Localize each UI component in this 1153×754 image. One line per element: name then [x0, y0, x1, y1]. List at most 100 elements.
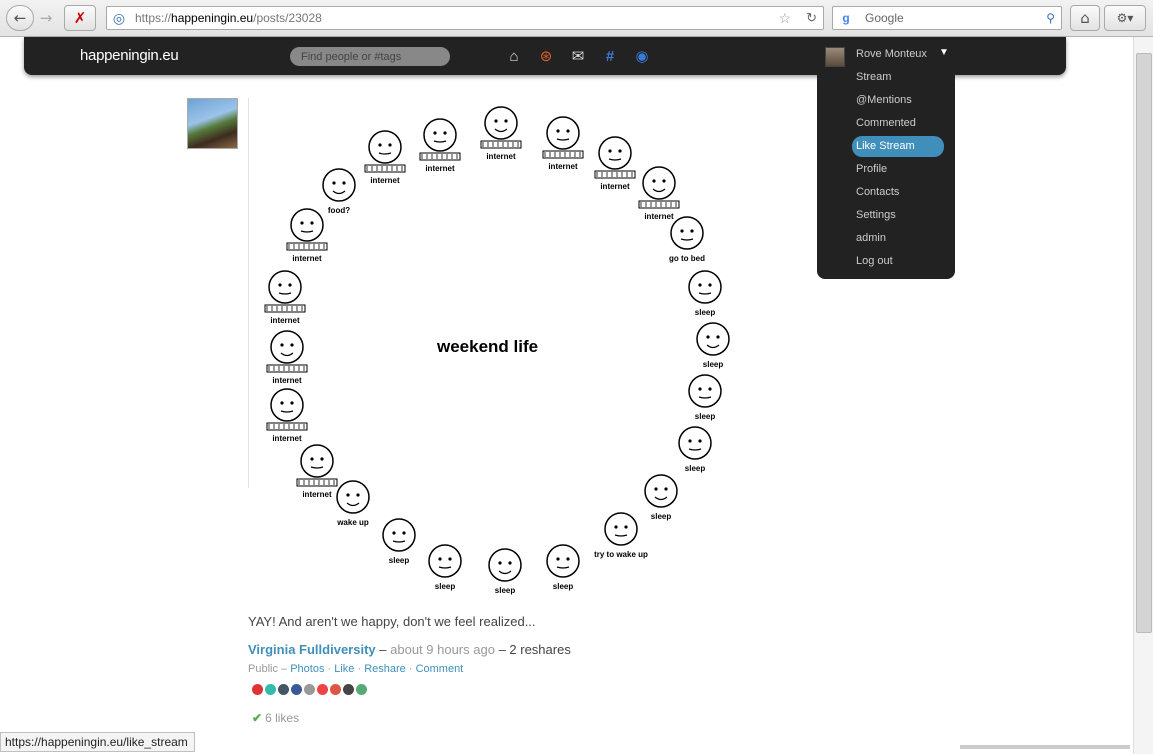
notifications-icon[interactable]: ⊛ [536, 46, 556, 66]
face-label: sleep [389, 556, 410, 565]
face-head [336, 480, 370, 514]
author-link[interactable]: Virginia Fulldiversity [248, 642, 376, 657]
menu-item-log-out[interactable]: Log out [852, 251, 944, 272]
face-head [423, 118, 457, 152]
face-eye [664, 487, 668, 491]
face-head [368, 130, 402, 164]
comic-face: internet [266, 330, 308, 385]
back-button[interactable]: ← [6, 5, 34, 31]
vertical-scrollbar[interactable] [1133, 37, 1153, 754]
noscript-icon: ✗ [73, 9, 87, 27]
face-label: sleep [495, 586, 516, 595]
face-head [604, 512, 638, 546]
addon-button[interactable]: ⚙▾ [1104, 5, 1146, 31]
dropdown-arrow-icon[interactable]: ▼ [939, 47, 949, 58]
menu-item-mentions[interactable]: @Mentions [852, 90, 944, 111]
google-icon: g [842, 11, 850, 25]
face-head [382, 518, 416, 552]
face-eye [708, 283, 712, 287]
search-bar[interactable]: g Google ⚲ [832, 6, 1062, 30]
find-people-input[interactable] [290, 47, 450, 66]
face-eye [310, 457, 314, 461]
comic-face: internet [638, 166, 680, 221]
share-icon[interactable] [304, 684, 315, 695]
face-head [678, 426, 712, 460]
face-eye [346, 493, 350, 497]
photos-link[interactable]: Photos [290, 663, 324, 675]
face-eye [654, 487, 658, 491]
keyboard [419, 152, 461, 161]
noscript-button[interactable]: ✗ [64, 5, 96, 31]
browser-toolbar: ← → ✗ ◎ https://happeningin.eu/posts/230… [0, 0, 1153, 37]
face-label: internet [302, 490, 332, 499]
share-icon[interactable] [278, 684, 289, 695]
aspects-icon[interactable]: ◉ [632, 46, 652, 66]
user-name[interactable]: Rove Monteux [856, 48, 927, 60]
menu-item-admin[interactable]: admin [852, 228, 944, 249]
site-brand[interactable]: happeningin.eu [80, 47, 179, 64]
face-head [484, 106, 518, 140]
face-head [322, 168, 356, 202]
comment-link[interactable]: Comment [416, 663, 464, 675]
face-eye [310, 221, 314, 225]
share-icon[interactable] [343, 684, 354, 695]
comic-face: sleep [546, 544, 580, 591]
comic-face: sleep [696, 322, 730, 369]
face-eye [566, 129, 570, 133]
status-bar-url: https://happeningin.eu/like_stream [0, 732, 195, 752]
horizontal-scrollbar[interactable] [960, 745, 1130, 749]
like-link[interactable]: Like [334, 663, 354, 675]
share-icon[interactable] [265, 684, 276, 695]
magnifier-icon[interactable]: ⚲ [1046, 11, 1055, 25]
face-head [546, 116, 580, 150]
messages-icon[interactable]: ✉ [568, 46, 588, 66]
menu-item-stream[interactable]: Stream [852, 67, 944, 88]
likes-count[interactable]: ✔ 6 likes [252, 711, 299, 725]
comic-face: internet [542, 116, 584, 171]
face-eye [342, 181, 346, 185]
user-dropdown-menu: Rove Monteux ▼ Stream @Mentions Commente… [817, 43, 955, 279]
face-eye [356, 493, 360, 497]
face-eye [690, 229, 694, 233]
face-eye [392, 531, 396, 535]
share-icon[interactable] [330, 684, 341, 695]
face-eye [433, 131, 437, 135]
share-icon[interactable] [252, 684, 263, 695]
face-label: try to wake up [594, 550, 648, 559]
author-avatar[interactable] [187, 98, 238, 149]
share-icon[interactable] [317, 684, 328, 695]
comic-face: internet [296, 444, 338, 499]
scrollbar-thumb[interactable] [1136, 53, 1152, 633]
home-button[interactable]: ⌂ [1070, 5, 1100, 31]
addon-icon: ⚙▾ [1116, 11, 1134, 25]
reload-icon[interactable]: ↻ [806, 10, 817, 26]
face-head [696, 322, 730, 356]
face-label: wake up [336, 518, 369, 527]
address-bar[interactable]: ◎ https://happeningin.eu/posts/23028 ☆ ↻ [106, 6, 824, 30]
face-eye [566, 557, 570, 561]
reshare-link[interactable]: Reshare [364, 663, 406, 675]
home-icon[interactable]: ⌂ [504, 46, 524, 66]
face-head [270, 388, 304, 422]
face-eye [708, 387, 712, 391]
menu-item-profile[interactable]: Profile [852, 159, 944, 180]
forward-button[interactable]: → [35, 5, 57, 31]
menu-item-settings[interactable]: Settings [852, 205, 944, 226]
face-eye [494, 119, 498, 123]
share-icon[interactable] [291, 684, 302, 695]
post-time[interactable]: about 9 hours ago [390, 642, 495, 657]
face-head [290, 208, 324, 242]
share-icon[interactable] [356, 684, 367, 695]
forward-arrow-icon: → [39, 9, 53, 27]
tags-icon[interactable]: # [600, 46, 620, 66]
avatar[interactable] [825, 47, 845, 67]
menu-item-like-stream[interactable]: Like Stream [852, 136, 944, 157]
face-eye [443, 131, 447, 135]
bookmark-star-icon[interactable]: ☆ [778, 10, 791, 27]
comic-face: food? [322, 168, 356, 215]
face-eye [332, 181, 336, 185]
face-head [268, 270, 302, 304]
menu-item-commented-posts[interactable]: Commented Posts [852, 113, 944, 150]
face-eye [698, 387, 702, 391]
menu-item-contacts[interactable]: Contacts [852, 182, 944, 203]
